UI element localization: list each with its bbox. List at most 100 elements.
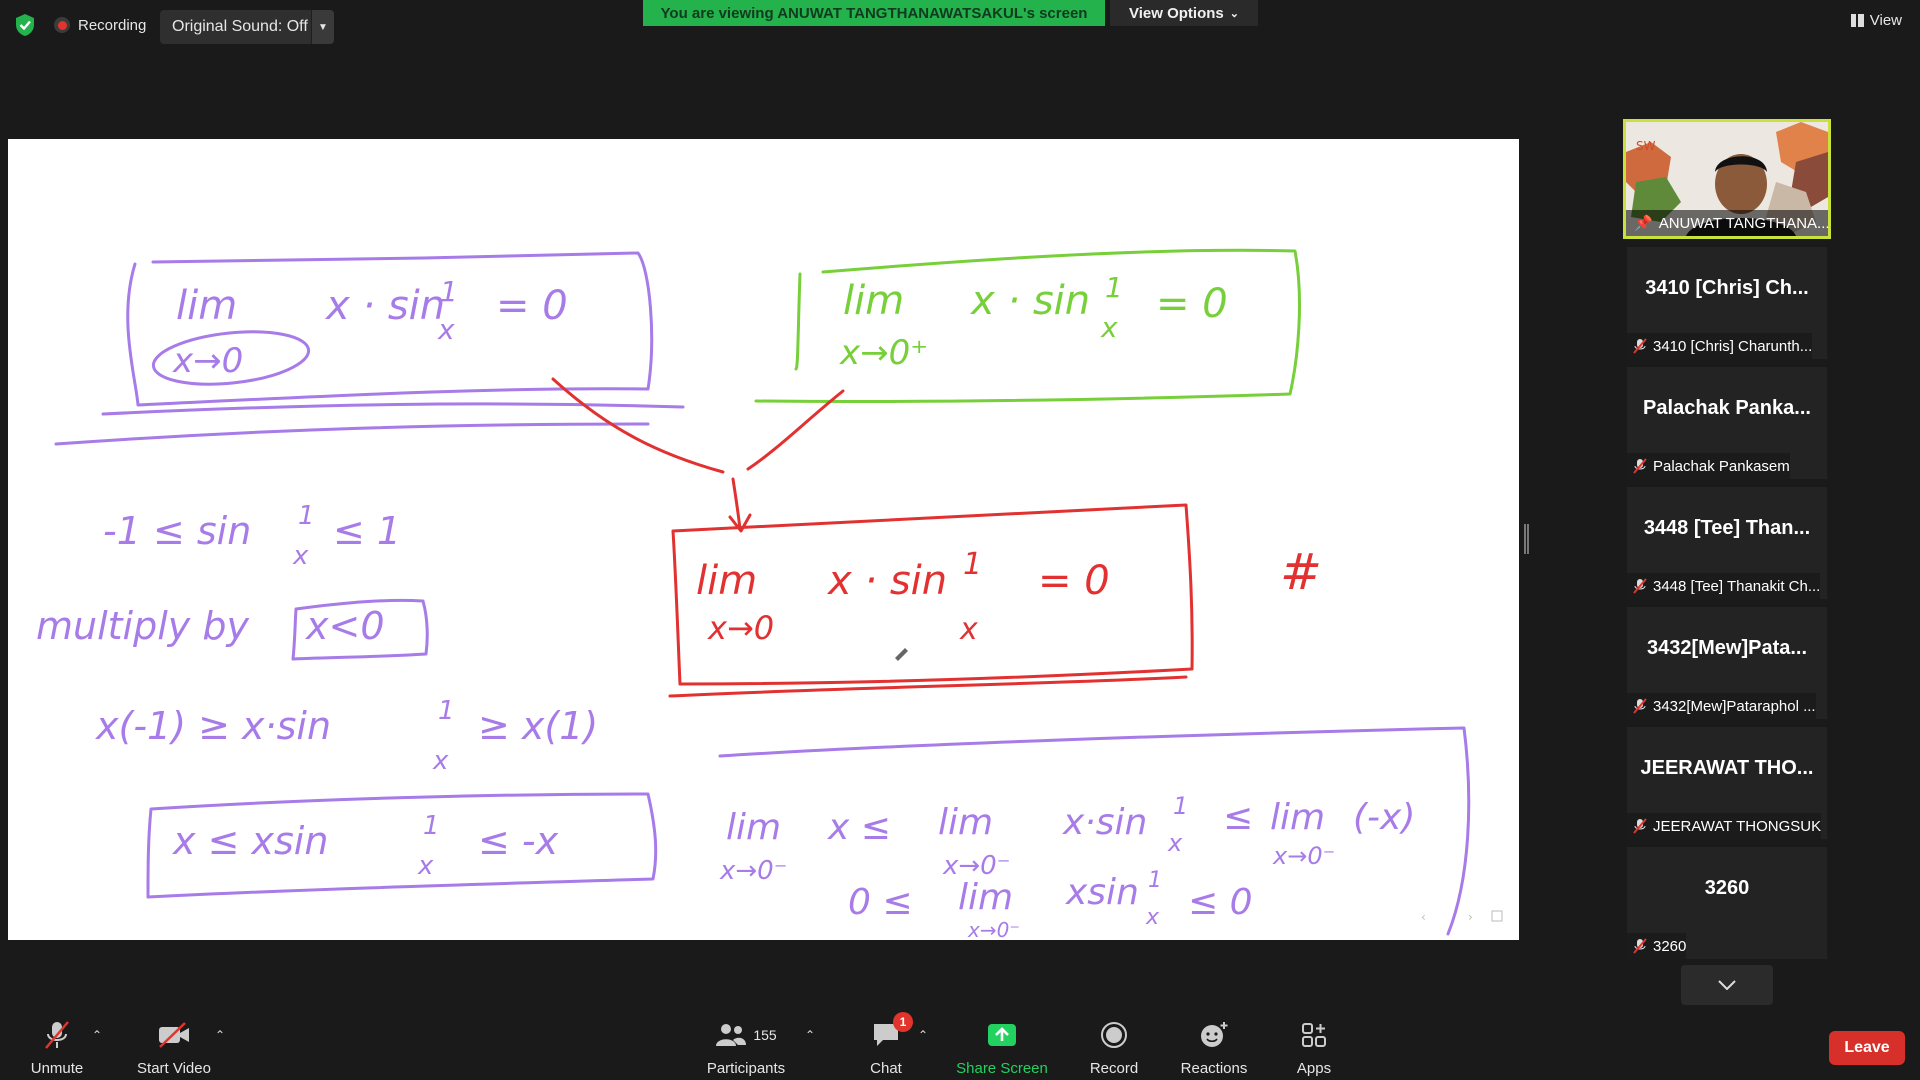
share-screen-icon <box>988 1024 1016 1046</box>
participant-name-bar: 3410 [Chris] Charunth... <box>1627 333 1813 359</box>
record-icon <box>1101 1022 1127 1048</box>
participant-display-name: 3410 [Chris] Ch... <box>1645 277 1809 299</box>
audio-options-caret[interactable]: ⌃ <box>92 1028 102 1042</box>
wb-num-1: 1 <box>440 275 458 308</box>
wb-limline1-expr: x·sin <box>1062 802 1147 843</box>
video-options-caret[interactable]: ⌃ <box>215 1028 225 1042</box>
leave-button[interactable]: Leave <box>1829 1031 1905 1065</box>
wb-limline1-den: x <box>1167 829 1183 857</box>
panel-resize-handle[interactable] <box>1524 524 1529 554</box>
participant-name-bar: 3260 <box>1627 933 1687 959</box>
mic-muted-icon <box>1633 938 1647 954</box>
participant-name: JEERAWAT THONGSUK <box>1653 817 1822 835</box>
wb-ineq2-den: x <box>432 746 449 776</box>
wb-limline1-sub3: x→0⁻ <box>1272 842 1335 870</box>
apps-label: Apps <box>1296 1060 1332 1077</box>
view-options-button[interactable]: View Options ⌄ <box>1110 0 1258 26</box>
scroll-down-button[interactable] <box>1681 965 1773 1005</box>
recording-icon <box>54 17 70 33</box>
participant-tile[interactable]: 3448 [Tee] Than... 3448 [Tee] Thanakit C… <box>1627 487 1827 599</box>
record-label: Record <box>1089 1060 1139 1077</box>
mic-muted-icon <box>1633 698 1647 714</box>
active-speaker-video[interactable]: SW 📌 ANUWAT TANGTHANA... <box>1623 119 1831 239</box>
wb-multiply-boxed: x<0 <box>305 604 385 648</box>
participant-tile[interactable]: Palachak Panka... Palachak Pankasem <box>1627 367 1827 479</box>
participant-tile[interactable]: JEERAWAT THO... JEERAWAT THONGSUK <box>1627 727 1827 839</box>
start-video-button[interactable]: Start Video <box>133 1018 215 1077</box>
wb-limline1-x: x ≤ <box>827 807 891 848</box>
wb-hash: # <box>1280 543 1322 601</box>
wb-limline1-le: ≤ <box>1223 797 1253 838</box>
wb-ineq1-den: x <box>292 541 309 571</box>
unmute-button[interactable]: Unmute <box>26 1018 88 1077</box>
participants-count: 155 <box>753 1027 777 1043</box>
apps-icon <box>1302 1023 1326 1047</box>
original-sound-button[interactable]: Original Sound: Off ▼ <box>160 10 334 44</box>
wb-limline1-num: 1 <box>1173 792 1188 820</box>
participants-label: Participants <box>706 1060 786 1077</box>
page-prev-icon[interactable]: ‹ <box>1421 910 1426 924</box>
wb-limline2-sub: x→0⁻ <box>967 918 1020 940</box>
reactions-label: Reactions <box>1180 1060 1248 1077</box>
participant-display-name: 3260 <box>1704 877 1750 899</box>
fullscreen-icon[interactable] <box>1491 910 1503 922</box>
participant-name-bar: 3432[Mew]Pataraphol ... <box>1627 693 1816 719</box>
shared-screen[interactable]: lim x→0 x · sin 1 x = 0 lim x→0⁺ x · sin… <box>8 139 1519 940</box>
grid-view-icon <box>1850 14 1864 27</box>
top-bar: Recording Original Sound: Off ▼ You are … <box>0 0 1920 50</box>
mic-muted-icon <box>1633 578 1647 594</box>
wb-ineq3-right: ≤ -x <box>478 819 559 863</box>
chat-button[interactable]: 1 Chat <box>866 1012 913 1077</box>
participant-name: 3410 [Chris] Charunth... <box>1653 337 1813 355</box>
wb-den-3: x <box>959 612 978 647</box>
wb-num-3: 1 <box>963 547 982 582</box>
participants-options-caret[interactable]: ⌃ <box>805 1028 815 1042</box>
share-screen-label: Share Screen <box>956 1060 1048 1077</box>
participant-name-bar: JEERAWAT THONGSUK <box>1627 813 1822 839</box>
chevron-down-icon: ⌄ <box>1229 7 1239 20</box>
whiteboard-drawing: lim x→0 x · sin 1 x = 0 lim x→0⁺ x · sin… <box>36 248 1503 940</box>
apps-button[interactable]: Apps <box>1295 1018 1333 1077</box>
view-options-label: View Options <box>1129 4 1224 22</box>
participant-name: Palachak Pankasem <box>1653 457 1790 475</box>
wb-lim-2: lim <box>843 278 904 324</box>
participant-name: 3260 <box>1653 937 1687 955</box>
chevron-down-icon[interactable]: ▼ <box>311 10 334 44</box>
reactions-button[interactable]: Reactions <box>1179 1018 1249 1077</box>
participant-tile[interactable]: 3410 [Chris] Ch... 3410 [Chris] Charunth… <box>1627 247 1827 359</box>
wb-den-2: x <box>1100 311 1118 344</box>
speaker-name: ANUWAT TANGTHANA... <box>1658 214 1828 232</box>
wb-eq-3: = 0 <box>1038 558 1110 604</box>
speaker-name-bar: 📌 ANUWAT TANGTHANA... <box>1626 210 1828 236</box>
wb-expr-2: x · sin <box>969 278 1090 324</box>
page-next-icon[interactable]: › <box>1468 910 1473 924</box>
unmute-label: Unmute <box>30 1060 84 1077</box>
recording-label: Recording <box>78 16 147 34</box>
participant-name-bar: Palachak Pankasem <box>1627 453 1790 479</box>
wb-eq-2: = 0 <box>1156 281 1228 327</box>
participants-icon <box>716 1024 747 1046</box>
participant-tile[interactable]: 3432[Mew]Pata... 3432[Mew]Pataraphol ... <box>1627 607 1827 719</box>
view-button[interactable]: View <box>1850 12 1902 29</box>
wb-ineq3-den: x <box>417 851 434 881</box>
participant-tile[interactable]: 3260 3260 <box>1627 847 1827 959</box>
chat-label: Chat <box>870 1060 902 1077</box>
wb-num-2: 1 <box>1105 271 1123 304</box>
recording-indicator[interactable]: Recording <box>54 14 146 36</box>
record-button[interactable]: Record <box>1088 1018 1140 1077</box>
wb-multiply: multiply by <box>36 604 249 648</box>
chat-options-caret[interactable]: ⌃ <box>918 1028 928 1042</box>
reactions-icon <box>1201 1022 1228 1047</box>
wb-ineq1-num: 1 <box>298 501 315 531</box>
participants-button[interactable]: 155 Participants <box>703 1018 789 1077</box>
security-shield-icon[interactable] <box>14 13 36 37</box>
share-screen-button[interactable]: Share Screen <box>956 1018 1048 1077</box>
wb-limline1-lim1: lim <box>726 807 781 848</box>
wb-limline2-right: ≤ 0 <box>1188 882 1253 923</box>
wb-limline2-lim: lim <box>958 877 1013 918</box>
participant-display-name: 3448 [Tee] Than... <box>1643 517 1811 539</box>
wb-limline1-neg: (-x) <box>1353 797 1415 838</box>
wb-sub-1: x→0 <box>172 341 243 381</box>
wb-limline2-num: 1 <box>1148 868 1162 893</box>
original-sound-label: Original Sound: Off <box>172 18 308 35</box>
